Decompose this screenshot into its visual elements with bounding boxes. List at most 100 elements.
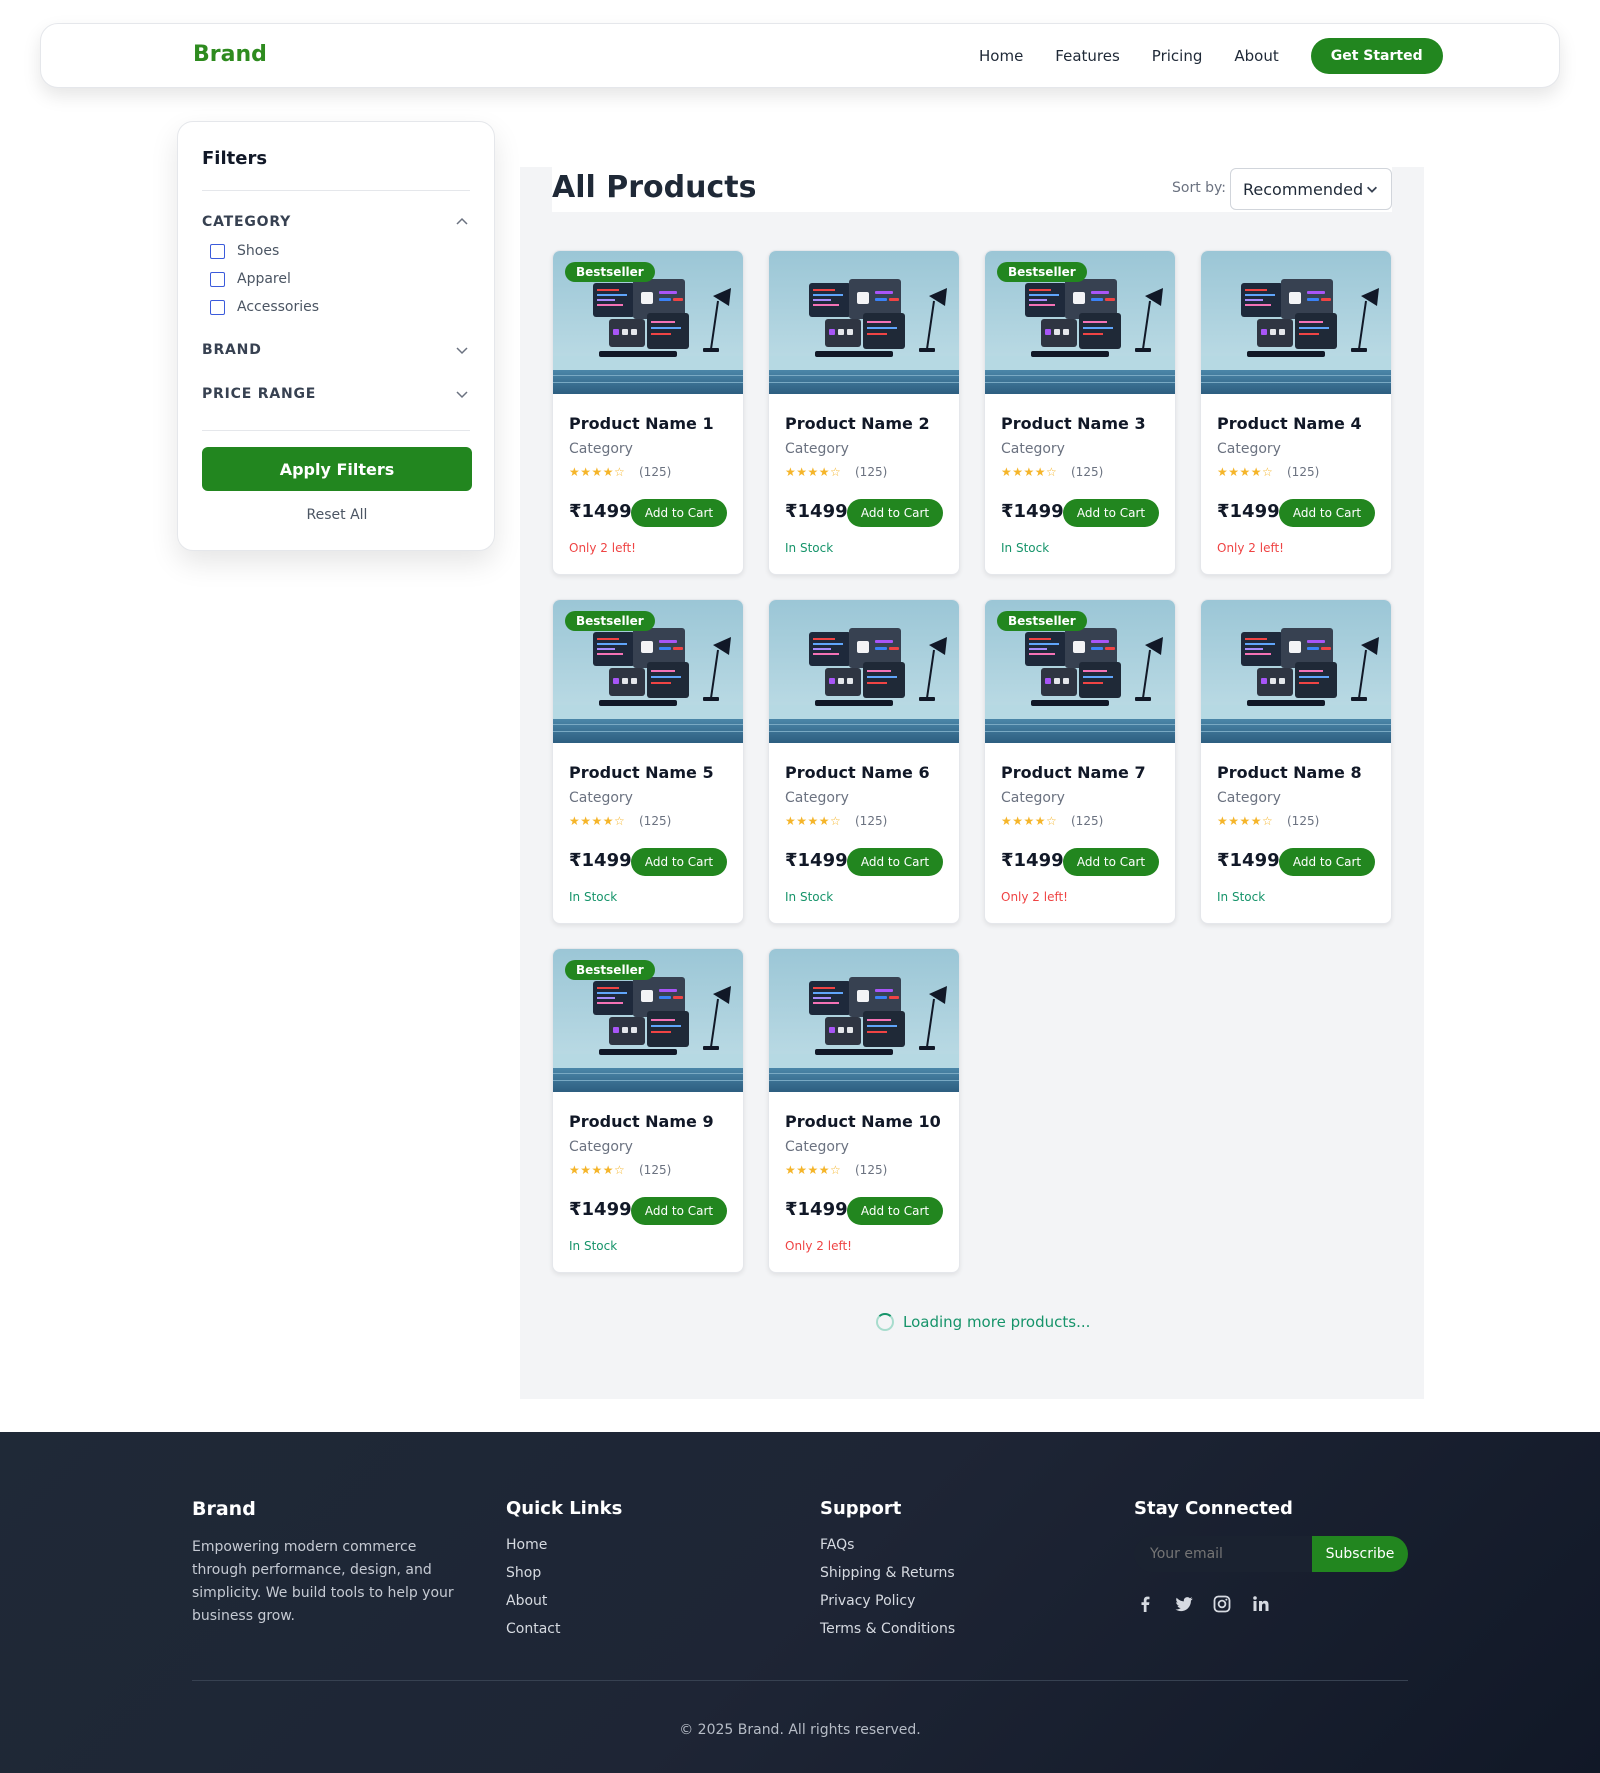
page-title: All Products bbox=[552, 170, 757, 205]
product-name[interactable]: Product Name 9 bbox=[569, 1112, 714, 1131]
rating-stars-icon: ★★★★☆ bbox=[785, 1163, 842, 1177]
add-to-cart-button[interactable]: Add to Cart bbox=[847, 1197, 943, 1225]
product-card[interactable]: Product Name 2 Category ★★★★☆ (125) ₹1499 Add… bbox=[768, 250, 960, 575]
bestseller-badge: Bestseller bbox=[997, 262, 1087, 282]
product-name[interactable]: Product Name 3 bbox=[1001, 414, 1146, 433]
rating-stars-icon: ★★★★☆ bbox=[1001, 814, 1058, 828]
product-name[interactable]: Product Name 1 bbox=[569, 414, 714, 433]
footer-link-contact[interactable]: Contact bbox=[506, 1621, 560, 1637]
checkbox[interactable] bbox=[210, 271, 225, 287]
rating-stars-icon: ★★★★☆ bbox=[1217, 465, 1274, 479]
footer-link-terms[interactable]: Terms & Conditions bbox=[820, 1621, 955, 1637]
nav-home[interactable]: Home bbox=[979, 39, 1023, 73]
filters-panel: Filters CATEGORY Shoes Apparel Accessori… bbox=[177, 121, 495, 551]
sort-select[interactable]: Recommended bbox=[1230, 168, 1392, 210]
product-card[interactable]: Product Name 4 Category ★★★★☆ (125) ₹1499 Add… bbox=[1200, 250, 1392, 575]
product-name[interactable]: Product Name 8 bbox=[1217, 763, 1362, 782]
footer-link-shipping[interactable]: Shipping & Returns bbox=[820, 1565, 955, 1581]
subscribe-button[interactable]: Subscribe bbox=[1312, 1536, 1408, 1572]
stock-status: Only 2 left! bbox=[1217, 541, 1284, 555]
stock-status: Only 2 left! bbox=[569, 541, 636, 555]
product-category: Category bbox=[569, 790, 633, 806]
filter-option-shoes[interactable]: Shoes bbox=[210, 243, 279, 259]
product-category: Category bbox=[785, 790, 849, 806]
apply-filters-button[interactable]: Apply Filters bbox=[202, 447, 472, 491]
product-card[interactable]: Bestseller Product Name 5 Category ★★★★☆ (12… bbox=[552, 599, 744, 924]
footer-link-privacy[interactable]: Privacy Policy bbox=[820, 1593, 915, 1609]
review-count: (125) bbox=[1071, 814, 1104, 828]
review-count: (125) bbox=[639, 814, 672, 828]
nav-pricing[interactable]: Pricing bbox=[1152, 39, 1203, 73]
facebook-icon[interactable] bbox=[1135, 1594, 1155, 1614]
bestseller-badge: Bestseller bbox=[565, 262, 655, 282]
filters-divider bbox=[202, 190, 470, 191]
reset-all-link[interactable]: Reset All bbox=[202, 507, 472, 523]
instagram-icon[interactable] bbox=[1212, 1594, 1232, 1614]
review-count: (125) bbox=[855, 465, 888, 479]
product-name[interactable]: Product Name 5 bbox=[569, 763, 714, 782]
product-card[interactable]: Bestseller Product Name 9 Category ★★★★☆ (12… bbox=[552, 948, 744, 1273]
product-name[interactable]: Product Name 2 bbox=[785, 414, 930, 433]
stock-status: In Stock bbox=[569, 1239, 618, 1253]
add-to-cart-button[interactable]: Add to Cart bbox=[631, 848, 727, 876]
add-to-cart-button[interactable]: Add to Cart bbox=[631, 1197, 727, 1225]
product-price: ₹1499 bbox=[1217, 501, 1280, 522]
footer-link-home[interactable]: Home bbox=[506, 1537, 547, 1553]
brand-logo[interactable]: Brand bbox=[193, 42, 267, 67]
product-card[interactable]: Product Name 6 Category ★★★★☆ (125) ₹1499 Add… bbox=[768, 599, 960, 924]
product-price: ₹1499 bbox=[569, 1199, 632, 1220]
product-card[interactable]: Product Name 8 Category ★★★★☆ (125) ₹1499 Add… bbox=[1200, 599, 1392, 924]
nav-features[interactable]: Features bbox=[1055, 39, 1120, 73]
product-price: ₹1499 bbox=[785, 850, 848, 871]
brand-section-toggle[interactable]: BRAND bbox=[202, 342, 470, 358]
product-image bbox=[769, 949, 959, 1092]
product-image bbox=[1201, 600, 1391, 743]
stock-status: Only 2 left! bbox=[785, 1239, 852, 1253]
product-name[interactable]: Product Name 6 bbox=[785, 763, 930, 782]
product-price: ₹1499 bbox=[785, 1199, 848, 1220]
get-started-button[interactable]: Get Started bbox=[1310, 38, 1443, 74]
sort-value: Recommended bbox=[1243, 179, 1364, 199]
add-to-cart-button[interactable]: Add to Cart bbox=[1279, 499, 1375, 527]
product-price: ₹1499 bbox=[569, 850, 632, 871]
nav-about[interactable]: About bbox=[1234, 39, 1278, 73]
product-name[interactable]: Product Name 10 bbox=[785, 1112, 941, 1131]
chevron-up-icon bbox=[456, 217, 468, 225]
rating-stars-icon: ★★★★☆ bbox=[569, 1163, 626, 1177]
filters-divider bbox=[202, 430, 470, 431]
add-to-cart-button[interactable]: Add to Cart bbox=[1279, 848, 1375, 876]
filter-option-label: Apparel bbox=[237, 271, 291, 287]
product-card[interactable]: Product Name 10 Category ★★★★☆ (125) ₹1499 Ad… bbox=[768, 948, 960, 1273]
add-to-cart-button[interactable]: Add to Cart bbox=[1063, 499, 1159, 527]
stock-status: Only 2 left! bbox=[1001, 890, 1068, 904]
footer-link-faqs[interactable]: FAQs bbox=[820, 1537, 854, 1553]
add-to-cart-button[interactable]: Add to Cart bbox=[1063, 848, 1159, 876]
stock-status: In Stock bbox=[785, 890, 834, 904]
price-range-section-toggle[interactable]: PRICE RANGE bbox=[202, 386, 470, 402]
filter-option-apparel[interactable]: Apparel bbox=[210, 271, 291, 287]
product-card[interactable]: Bestseller Product Name 7 Category ★★★★☆ (12… bbox=[984, 599, 1176, 924]
product-card[interactable]: Bestseller Product Name 3 Category ★★★★☆ (12… bbox=[984, 250, 1176, 575]
footer-link-about[interactable]: About bbox=[506, 1593, 547, 1609]
rating-stars-icon: ★★★★☆ bbox=[1217, 814, 1274, 828]
product-name[interactable]: Product Name 7 bbox=[1001, 763, 1146, 782]
review-count: (125) bbox=[1287, 465, 1320, 479]
linkedin-icon[interactable] bbox=[1251, 1594, 1271, 1614]
site-footer: Brand Empowering modern commerce through… bbox=[0, 1432, 1600, 1773]
newsletter-email-input[interactable] bbox=[1134, 1536, 1312, 1572]
filter-option-accessories[interactable]: Accessories bbox=[210, 299, 319, 315]
product-name[interactable]: Product Name 4 bbox=[1217, 414, 1362, 433]
twitter-icon[interactable] bbox=[1174, 1594, 1194, 1614]
checkbox[interactable] bbox=[210, 243, 225, 259]
stock-status: In Stock bbox=[569, 890, 618, 904]
checkbox[interactable] bbox=[210, 299, 225, 315]
add-to-cart-button[interactable]: Add to Cart bbox=[847, 848, 943, 876]
footer-link-shop[interactable]: Shop bbox=[506, 1565, 541, 1581]
product-card[interactable]: Bestseller Product Name 1 Category ★★★★☆ (12… bbox=[552, 250, 744, 575]
category-section-toggle[interactable]: CATEGORY bbox=[202, 214, 470, 230]
add-to-cart-button[interactable]: Add to Cart bbox=[631, 499, 727, 527]
main-nav: Home Features Pricing About Get Started bbox=[979, 38, 1443, 74]
filter-option-label: Accessories bbox=[237, 299, 320, 315]
product-price: ₹1499 bbox=[785, 501, 848, 522]
add-to-cart-button[interactable]: Add to Cart bbox=[847, 499, 943, 527]
